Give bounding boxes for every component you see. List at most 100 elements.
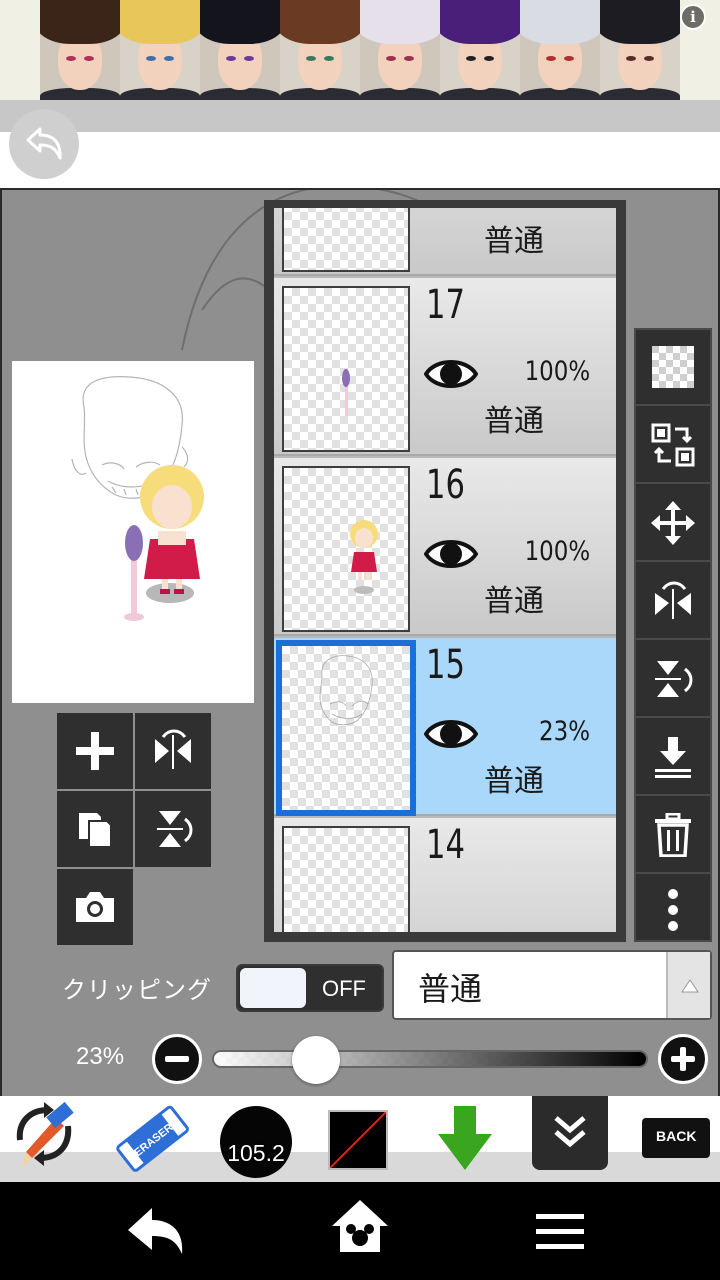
layer-row[interactable]: 16 100% 普通 bbox=[274, 458, 616, 636]
layer-list[interactable]: 18100%普通 17 100% 普通 16 100% 普通 15 23% 普通 14 bbox=[264, 200, 626, 942]
preview-drawing bbox=[71, 376, 204, 621]
flip-layer-vertical-button[interactable] bbox=[636, 642, 710, 718]
camera-button[interactable] bbox=[57, 869, 133, 945]
move-icon bbox=[651, 501, 695, 545]
delete-layer-button[interactable] bbox=[636, 798, 710, 874]
layer-blend-mode: 普通 bbox=[484, 224, 544, 259]
flip-layer-horizontal-button[interactable] bbox=[636, 564, 710, 640]
layer-row[interactable]: 17 100% 普通 bbox=[274, 278, 616, 456]
opacity-slider-track[interactable] bbox=[212, 1050, 648, 1068]
color-slash-icon bbox=[330, 1112, 386, 1168]
ad-portrait bbox=[40, 0, 120, 100]
eraser-icon: ERASER bbox=[116, 1105, 189, 1172]
layer-thumbnail[interactable] bbox=[282, 826, 410, 932]
layer-opacity: 23% bbox=[538, 716, 590, 747]
menu-icon bbox=[536, 1214, 584, 1249]
layer-number: 16 bbox=[426, 462, 465, 508]
camera-icon bbox=[76, 892, 114, 922]
plus-icon bbox=[76, 732, 114, 770]
visibility-eye-icon[interactable] bbox=[423, 354, 479, 398]
merge-down-icon bbox=[655, 737, 691, 778]
double-chevron-down-icon bbox=[554, 1116, 586, 1148]
ad-portrait bbox=[520, 0, 600, 100]
opacity-minus-button[interactable] bbox=[152, 1034, 202, 1084]
brush-size-value: 105.2 bbox=[227, 1140, 286, 1167]
ad-portraits bbox=[40, 0, 680, 100]
brush-swap-icon bbox=[16, 1101, 74, 1168]
swap-layers-button[interactable] bbox=[636, 408, 710, 484]
flip-vertical-icon bbox=[655, 661, 693, 697]
layer-thumbnail[interactable] bbox=[282, 208, 410, 272]
merge-down-button[interactable] bbox=[636, 720, 710, 796]
visibility-eye-icon[interactable] bbox=[424, 208, 478, 218]
nav-back-button[interactable] bbox=[124, 1206, 188, 1260]
layer-blend-mode: 普通 bbox=[484, 584, 544, 619]
clipping-label: クリッピング bbox=[62, 976, 212, 1004]
transparent-layer-button[interactable] bbox=[636, 330, 710, 406]
blend-mode-select[interactable]: 普通 bbox=[392, 950, 712, 1020]
back-arrow-icon bbox=[128, 1208, 183, 1254]
ad-portrait bbox=[280, 0, 360, 100]
clipping-toggle[interactable]: OFF bbox=[236, 964, 384, 1012]
flip-horizontal-button[interactable] bbox=[135, 713, 211, 789]
chevron-up-icon bbox=[681, 979, 699, 993]
trash-icon bbox=[655, 813, 691, 857]
checker-icon bbox=[652, 346, 694, 388]
layer-row[interactable]: 15 23% 普通 bbox=[274, 638, 616, 816]
layer-actions-bar bbox=[634, 328, 712, 942]
layer-opacity: 100% bbox=[524, 356, 590, 387]
back-button-label: BACK bbox=[656, 1128, 697, 1144]
nav-menu-button[interactable] bbox=[536, 1214, 584, 1254]
info-icon[interactable]: i bbox=[680, 4, 706, 30]
tool-switch-button[interactable] bbox=[8, 1096, 82, 1182]
opacity-value: 23% bbox=[76, 1043, 125, 1070]
ad-portrait bbox=[200, 0, 280, 100]
system-nav-bar bbox=[0, 1182, 720, 1280]
collapse-toolbar-button[interactable] bbox=[532, 1096, 608, 1170]
flip-horizontal-icon bbox=[655, 581, 691, 619]
opacity-plus-button[interactable] bbox=[658, 1034, 708, 1084]
layer-row[interactable]: 14 bbox=[274, 818, 616, 932]
flip-vertical-icon bbox=[157, 811, 193, 847]
duplicate-layer-button[interactable] bbox=[57, 791, 133, 867]
ad-portrait bbox=[440, 0, 520, 100]
more-options-button[interactable] bbox=[636, 876, 710, 944]
layer-opacity: 100% bbox=[524, 536, 590, 567]
color-swatch-button[interactable] bbox=[328, 1110, 388, 1170]
blend-mode-value: 普通 bbox=[418, 970, 483, 1008]
undo-button[interactable] bbox=[9, 109, 79, 179]
flip-vertical-button[interactable] bbox=[135, 791, 211, 867]
ad-portrait bbox=[600, 0, 680, 100]
add-layer-button[interactable] bbox=[57, 713, 133, 789]
layer-number: 15 bbox=[426, 642, 465, 688]
move-layer-button[interactable] bbox=[636, 486, 710, 562]
layer-row[interactable]: 18100%普通 bbox=[274, 208, 616, 276]
canvas-preview bbox=[12, 361, 254, 703]
layer-number: 17 bbox=[426, 282, 465, 328]
bottom-toolbar: ERASER 105.2 BACK bbox=[0, 1096, 720, 1182]
more-vertical-icon bbox=[668, 889, 678, 931]
visibility-eye-icon[interactable] bbox=[423, 714, 479, 758]
ad-banner[interactable]: i bbox=[0, 0, 720, 100]
layer-thumbnail[interactable] bbox=[282, 466, 410, 632]
layer-thumbnail[interactable] bbox=[276, 640, 416, 816]
flip-horizontal-icon bbox=[155, 729, 191, 769]
ad-portrait bbox=[120, 0, 200, 100]
download-arrow-icon bbox=[438, 1106, 492, 1170]
toggle-knob bbox=[240, 968, 306, 1008]
layer-thumbnail[interactable] bbox=[282, 286, 410, 452]
top-strip bbox=[0, 100, 720, 132]
ad-portrait bbox=[360, 0, 440, 100]
eraser-button[interactable]: ERASER bbox=[112, 1096, 192, 1182]
dropdown-arrow-button[interactable] bbox=[666, 952, 710, 1018]
nav-home-button[interactable] bbox=[330, 1196, 390, 1260]
clipping-state: OFF bbox=[322, 976, 366, 1001]
opacity-slider-thumb[interactable] bbox=[292, 1036, 340, 1084]
layer-panel: 18100%普通 17 100% 普通 16 100% 普通 15 23% 普通 14 クリッピング bbox=[0, 188, 720, 1096]
undo-arrow-icon bbox=[26, 127, 62, 160]
layer-list-scroll[interactable]: 18100%普通 17 100% 普通 16 100% 普通 15 23% 普通 14 bbox=[274, 208, 616, 932]
home-icon bbox=[332, 1200, 388, 1252]
layer-blend-mode: 普通 bbox=[484, 404, 544, 439]
import-button[interactable] bbox=[430, 1096, 500, 1182]
visibility-eye-icon[interactable] bbox=[423, 534, 479, 578]
